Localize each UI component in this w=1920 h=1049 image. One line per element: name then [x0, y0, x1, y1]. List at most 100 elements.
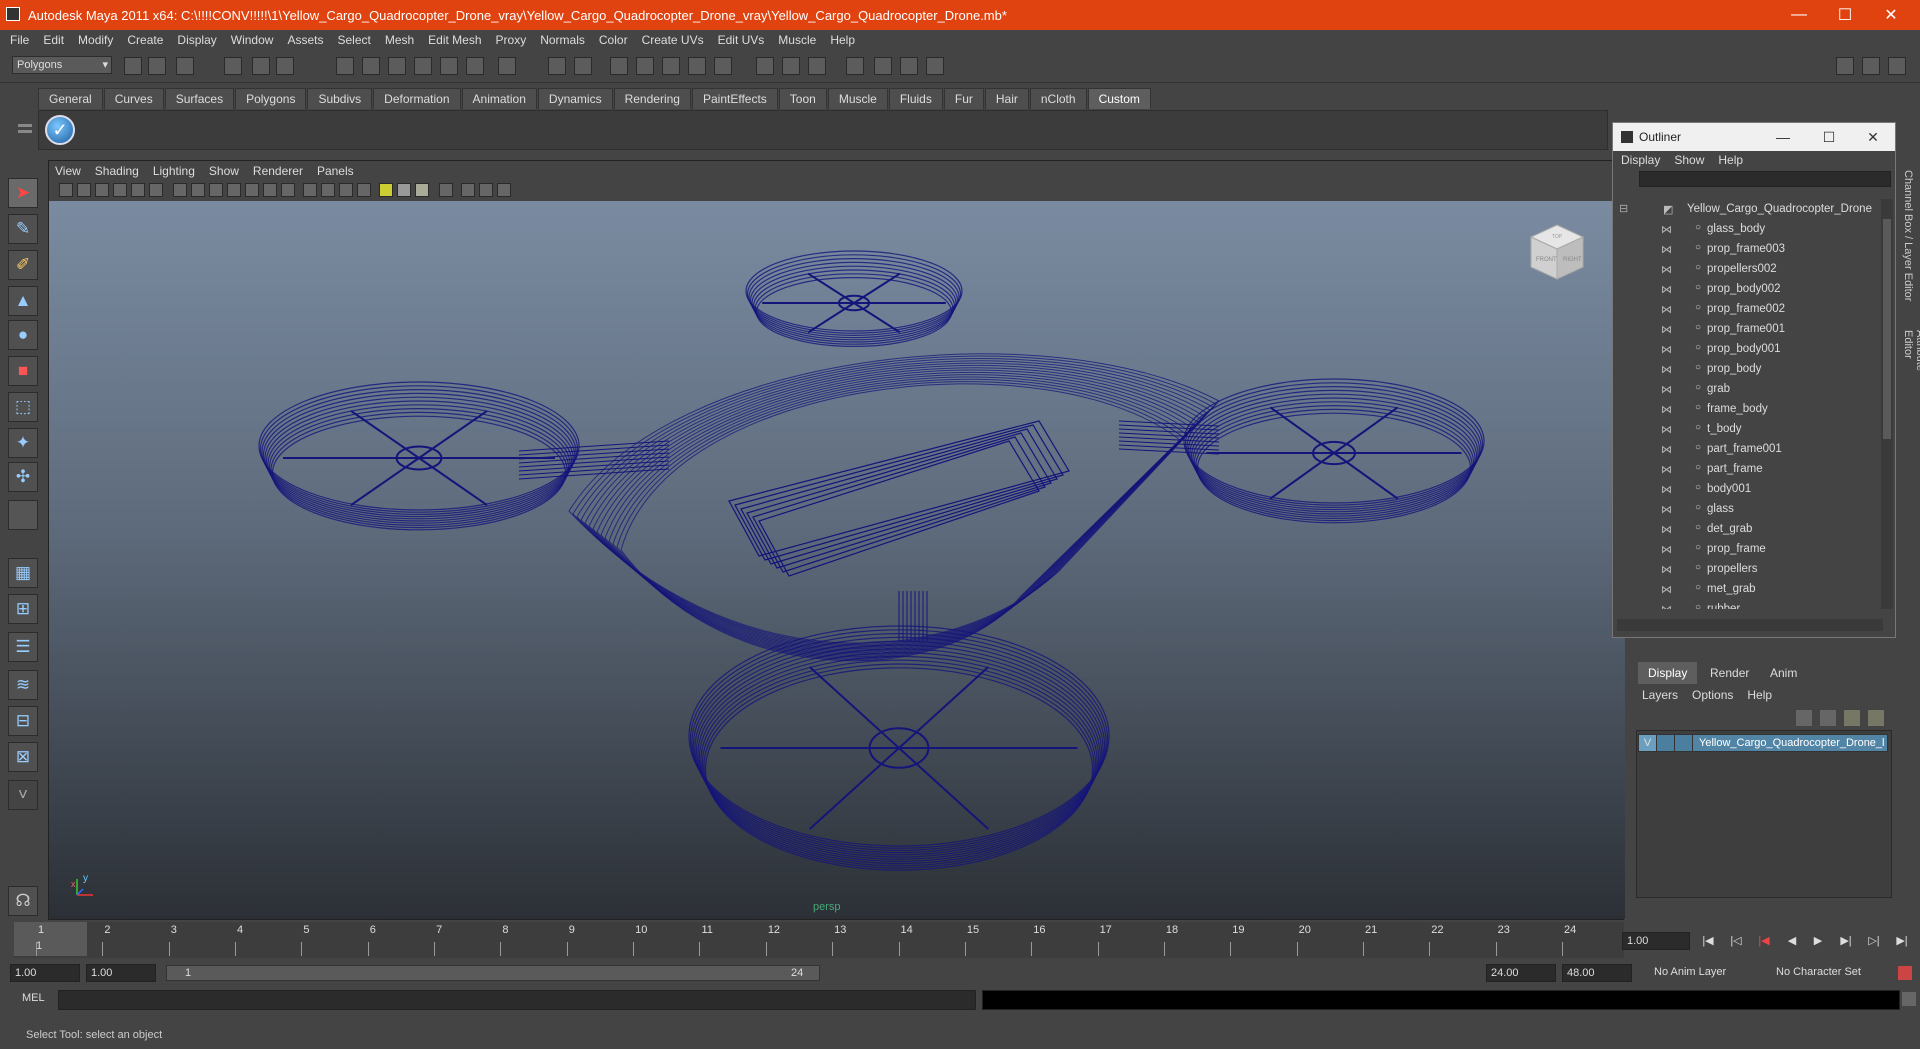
outliner-maximize-button[interactable]: ☐: [1809, 123, 1849, 151]
layout-more-icon[interactable]: ˅: [8, 780, 38, 810]
shelf-tab-fluids[interactable]: Fluids: [888, 88, 943, 109]
layer-visibility-toggle[interactable]: V: [1639, 735, 1657, 751]
outliner-item[interactable]: ⋈ ○ grab: [1613, 379, 1883, 399]
shelf-tab-surfaces[interactable]: Surfaces: [164, 88, 235, 109]
save-scene-icon[interactable]: [176, 57, 194, 75]
outliner-item[interactable]: ⋈ ○ frame_body: [1613, 399, 1883, 419]
menu-edit-uvs[interactable]: Edit UVs: [718, 33, 765, 47]
image-plane-icon[interactable]: [113, 183, 127, 197]
shelf-tab-animation[interactable]: Animation: [461, 88, 537, 109]
move-tool-icon[interactable]: ▲: [8, 286, 38, 316]
viewport-menu-view[interactable]: View: [55, 164, 81, 178]
layer-type-toggle[interactable]: [1657, 735, 1675, 751]
shelf-tab-painteffects[interactable]: PaintEffects: [691, 88, 778, 109]
channel-box-tab[interactable]: Channel Box / Layer Editor: [1902, 170, 1914, 301]
menu-set-dropdown[interactable]: Polygons ▾: [12, 56, 112, 74]
current-frame-marker[interactable]: [14, 922, 87, 956]
shelf-tab-custom[interactable]: Custom: [1087, 88, 1151, 109]
outliner-item[interactable]: ⋈ ○ prop_frame001: [1613, 319, 1883, 339]
new-layer-icon[interactable]: [1796, 710, 1812, 726]
isolate-select-icon[interactable]: [439, 183, 453, 197]
new-scene-icon[interactable]: [124, 57, 142, 75]
smooth-shade-icon[interactable]: [321, 183, 335, 197]
outliner-item[interactable]: ⋈ ○ met_grab: [1613, 579, 1883, 599]
menu-muscle[interactable]: Muscle: [778, 33, 816, 47]
shelf-tab-deformation[interactable]: Deformation: [373, 88, 461, 109]
playback-start-field[interactable]: 1.00: [86, 964, 156, 982]
layout-icon-c[interactable]: [1888, 57, 1906, 75]
four-pane-layout-icon[interactable]: ⊞: [8, 594, 38, 624]
snap-live-icon[interactable]: [440, 57, 458, 75]
outliner-item[interactable]: ⋈ ○ t_body: [1613, 419, 1883, 439]
field-chart-icon[interactable]: [245, 183, 259, 197]
xray-joints-icon[interactable]: [479, 183, 493, 197]
menu-create-uvs[interactable]: Create UVs: [642, 33, 704, 47]
snap-plane-icon[interactable]: [414, 57, 432, 75]
shadows-icon[interactable]: [397, 183, 411, 197]
outliner-item[interactable]: ⋈ ○ prop_frame003: [1613, 239, 1883, 259]
menu-create[interactable]: Create: [127, 33, 163, 47]
menu-edit[interactable]: Edit: [43, 33, 64, 47]
outliner-close-button[interactable]: ✕: [1853, 123, 1893, 151]
viewport-menu-show[interactable]: Show: [209, 164, 239, 178]
play-forwards-icon[interactable]: ▶: [1810, 934, 1826, 948]
single-pane-layout-icon[interactable]: ▦: [8, 558, 38, 588]
render-view-icon[interactable]: [714, 57, 732, 75]
outliner-item[interactable]: ⋈ ○ propellers: [1613, 559, 1883, 579]
outliner-menu-show[interactable]: Show: [1674, 153, 1704, 167]
grid-icon[interactable]: [173, 183, 187, 197]
outliner-vertical-scrollbar[interactable]: [1881, 199, 1893, 609]
layer-tab-display[interactable]: Display: [1638, 662, 1698, 684]
play-backwards-icon[interactable]: ◀: [1784, 934, 1800, 948]
layer-color-swatch[interactable]: [1675, 735, 1693, 751]
2d-pan-icon[interactable]: [131, 183, 145, 197]
graph-icon[interactable]: [874, 57, 892, 75]
soft-mod-tool-icon[interactable]: ✦: [8, 428, 38, 458]
layer-menu-layers[interactable]: Layers: [1642, 688, 1678, 702]
outliner-item[interactable]: ⋈ ○ body001: [1613, 479, 1883, 499]
scrollbar-thumb[interactable]: [1883, 219, 1891, 439]
collapse-icon[interactable]: ⊟: [1619, 202, 1628, 215]
wireframe-on-shaded-icon[interactable]: [339, 183, 353, 197]
shelf-tab-ncloth[interactable]: nCloth: [1029, 88, 1087, 109]
channel-icon[interactable]: [846, 57, 864, 75]
hypershade-icon[interactable]: [688, 57, 706, 75]
hypershade-layout-icon[interactable]: ⊟: [8, 706, 38, 736]
close-button[interactable]: ✕: [1868, 0, 1914, 30]
menu-normals[interactable]: Normals: [540, 33, 585, 47]
render-settings-icon[interactable]: [662, 57, 680, 75]
snap-grid-icon[interactable]: [336, 57, 354, 75]
step-forward-icon[interactable]: ▷|: [1866, 934, 1882, 948]
current-time-field[interactable]: 1.00: [1622, 932, 1690, 950]
camera-lock-icon[interactable]: [77, 183, 91, 197]
menu-file[interactable]: File: [10, 33, 29, 47]
viewport-menu-renderer[interactable]: Renderer: [253, 164, 303, 178]
step-forward-key-icon[interactable]: ▶|: [1838, 934, 1854, 948]
outliner-minimize-button[interactable]: —: [1763, 123, 1803, 151]
menu-window[interactable]: Window: [231, 33, 274, 47]
safe-action-icon[interactable]: [263, 183, 277, 197]
select-hierarchy-icon[interactable]: [224, 57, 242, 75]
script-editor-icon[interactable]: [1902, 992, 1916, 1006]
shelf-preview-icon[interactable]: [782, 57, 800, 75]
shelf-menu-icon[interactable]: [18, 118, 32, 148]
attribute-editor-tab[interactable]: Attribute Editor: [1902, 330, 1920, 400]
anim-layer-dropdown[interactable]: No Anim Layer: [1650, 964, 1760, 982]
grease-pencil-icon[interactable]: [149, 183, 163, 197]
layer-menu-help[interactable]: Help: [1747, 688, 1772, 702]
layout-icon-a[interactable]: [1836, 57, 1854, 75]
new-layer-selected-icon[interactable]: [1820, 710, 1836, 726]
shelf-tab-polygons[interactable]: Polygons: [235, 88, 307, 109]
snap-curve-icon[interactable]: [362, 57, 380, 75]
check-icon[interactable]: ✓: [45, 115, 75, 145]
step-back-icon[interactable]: |◁: [1728, 934, 1744, 948]
resolution-gate-icon[interactable]: [209, 183, 223, 197]
script-layout-icon[interactable]: ⊠: [8, 742, 38, 772]
layer-row[interactable]: V Yellow_Cargo_Quadrocopter_Drone_l: [1638, 734, 1888, 752]
menu-assets[interactable]: Assets: [287, 33, 323, 47]
outliner-item[interactable]: ⋈ ○ prop_body002: [1613, 279, 1883, 299]
menu-select[interactable]: Select: [337, 33, 370, 47]
shelf-tab-rendering[interactable]: Rendering: [613, 88, 691, 109]
outliner-search-input[interactable]: [1639, 171, 1891, 187]
playback-end-field[interactable]: 24.00: [1486, 964, 1556, 982]
